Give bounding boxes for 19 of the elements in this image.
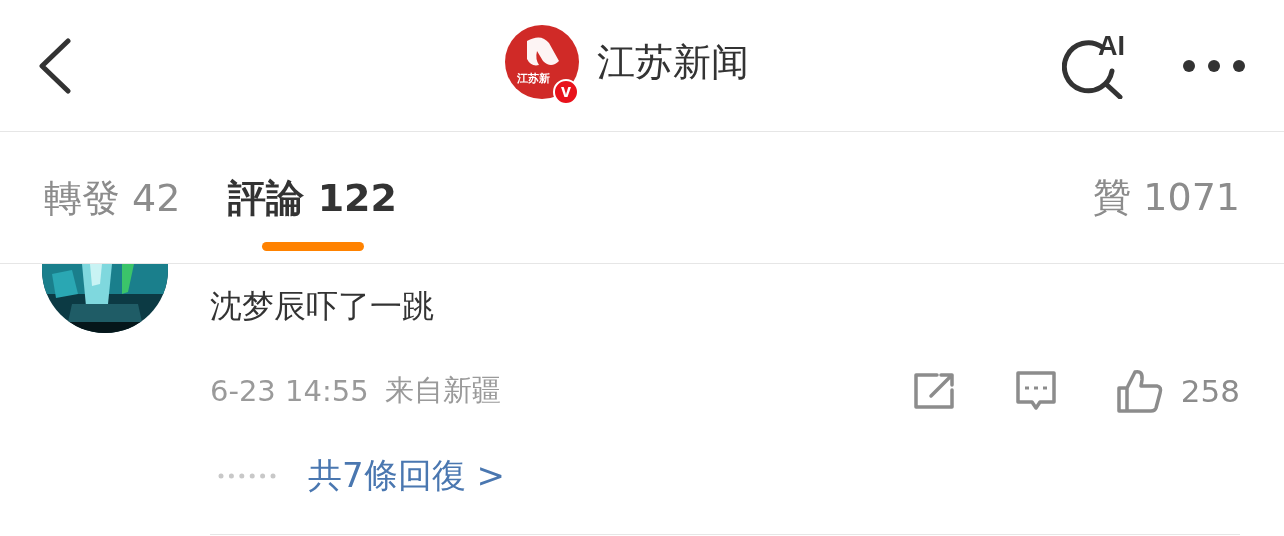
comment-text: 沈梦辰吓了一跳 bbox=[210, 286, 435, 326]
tab[interactable]: 轉發 42 bbox=[44, 173, 181, 222]
account-title: 江苏新闻 bbox=[597, 38, 749, 86]
verified-badge: v bbox=[553, 79, 579, 105]
ai-search-button[interactable]: AI bbox=[1062, 32, 1134, 99]
logo-icon bbox=[505, 25, 579, 99]
likes-tab[interactable]: 贊 1071 bbox=[1093, 172, 1240, 223]
tab[interactable]: 評論 122 bbox=[228, 173, 397, 222]
more-button[interactable] bbox=[1182, 58, 1246, 73]
like-icon[interactable] bbox=[1116, 368, 1163, 414]
share-icon[interactable] bbox=[912, 372, 955, 410]
comment-location: 来自新疆 bbox=[384, 372, 501, 409]
ellipsis-icon bbox=[218, 473, 276, 479]
back-button[interactable] bbox=[36, 37, 72, 94]
comment-time: 6-23 14:55 bbox=[210, 374, 369, 408]
like-count: 258 bbox=[1180, 373, 1240, 409]
logo-text: 江苏新 bbox=[517, 71, 550, 86]
replies-link[interactable]: 共7條回復 > bbox=[308, 453, 505, 499]
comment-icon[interactable] bbox=[1014, 370, 1057, 412]
